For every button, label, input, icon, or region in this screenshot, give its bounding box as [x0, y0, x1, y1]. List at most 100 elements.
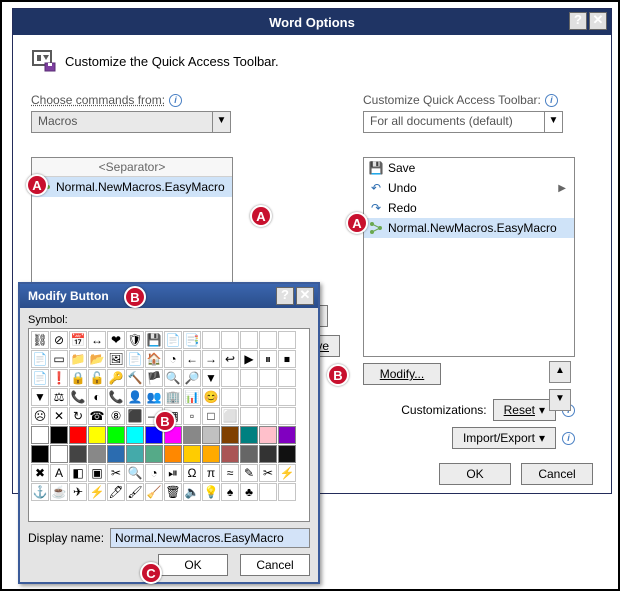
symbol-cell[interactable] — [259, 331, 277, 349]
symbol-color-cell[interactable] — [221, 445, 239, 463]
symbol-cell[interactable]: 🧹 — [145, 483, 163, 501]
symbol-cell[interactable]: ▫ — [183, 407, 201, 425]
symbol-cell[interactable]: 🔑 — [107, 369, 125, 387]
symbol-cell[interactable]: 📁 — [69, 350, 87, 368]
info-icon[interactable]: i — [562, 432, 575, 445]
info-icon[interactable]: i — [545, 94, 558, 107]
symbol-color-cell[interactable] — [240, 426, 258, 444]
dialog-ok-button[interactable]: OK — [158, 554, 228, 576]
symbol-cell[interactable]: 🔨 — [126, 369, 144, 387]
symbol-cell[interactable]: ✕ — [50, 407, 68, 425]
symbol-cell[interactable]: ⬜ — [221, 407, 239, 425]
symbol-cell[interactable]: → — [202, 350, 220, 368]
symbol-cell[interactable]: ☹ — [31, 407, 49, 425]
scope-dropdown[interactable]: For all documents (default) ▼ — [363, 111, 563, 133]
symbol-color-cell[interactable] — [202, 445, 220, 463]
import-export-button[interactable]: Import/Export ▾ — [452, 427, 556, 449]
symbol-cell[interactable]: Ω — [183, 464, 201, 482]
symbol-cell[interactable]: ⛓ — [31, 331, 49, 349]
symbol-cell[interactable]: 🖼 — [107, 350, 125, 368]
symbol-cell[interactable] — [278, 388, 296, 406]
symbol-color-cell[interactable] — [107, 426, 125, 444]
symbol-cell[interactable]: 😊 — [202, 388, 220, 406]
symbol-cell[interactable]: 📄 — [164, 331, 182, 349]
symbol-cell[interactable]: ⏯ — [164, 464, 182, 482]
symbol-cell[interactable]: ✖ — [31, 464, 49, 482]
symbol-cell[interactable] — [259, 388, 277, 406]
move-up-button[interactable]: ▲ — [549, 361, 571, 383]
symbol-color-cell[interactable] — [69, 426, 87, 444]
symbol-cell[interactable]: ▼ — [31, 388, 49, 406]
modify-button[interactable]: Modify... — [363, 363, 441, 385]
help-button[interactable]: ? — [276, 287, 294, 305]
symbol-cell[interactable]: ✎ — [240, 464, 258, 482]
symbol-cell[interactable]: 📞 — [107, 388, 125, 406]
symbol-cell[interactable]: 📄 — [126, 350, 144, 368]
symbol-cell[interactable]: ← — [183, 350, 201, 368]
symbol-cell[interactable] — [259, 483, 277, 501]
separator-item[interactable]: <Separator> — [32, 158, 232, 177]
reset-button[interactable]: Reset ▾ — [493, 399, 556, 421]
symbol-cell[interactable]: 📞 — [69, 388, 87, 406]
symbol-cell[interactable]: 🔈 — [183, 483, 201, 501]
symbol-cell[interactable]: ✈ — [69, 483, 87, 501]
symbol-cell[interactable]: π — [202, 464, 220, 482]
symbol-color-cell[interactable] — [126, 445, 144, 463]
symbol-cell[interactable] — [278, 331, 296, 349]
symbol-color-cell[interactable] — [240, 445, 258, 463]
symbol-cell[interactable]: ▣ — [88, 464, 106, 482]
symbol-cell[interactable] — [202, 331, 220, 349]
symbol-cell[interactable]: 💾 — [145, 331, 163, 349]
symbol-cell[interactable]: □ — [202, 407, 220, 425]
info-icon[interactable]: i — [169, 94, 182, 107]
close-button[interactable]: ✕ — [589, 12, 607, 30]
symbol-cell[interactable]: ⊘ — [50, 331, 68, 349]
symbol-cell[interactable]: 📄 — [31, 369, 49, 387]
choose-dropdown[interactable]: Macros ▼ — [31, 111, 231, 133]
symbol-cell[interactable] — [278, 369, 296, 387]
symbol-color-cell[interactable] — [107, 445, 125, 463]
symbol-cell[interactable]: 🔎 — [183, 369, 201, 387]
qat-item-save[interactable]: 💾 Save — [364, 158, 574, 178]
symbol-cell[interactable] — [278, 407, 296, 425]
symbol-cell[interactable]: ❤ — [107, 331, 125, 349]
symbol-color-cell[interactable] — [259, 426, 277, 444]
symbol-color-cell[interactable] — [278, 445, 296, 463]
symbol-cell[interactable] — [240, 388, 258, 406]
cancel-button[interactable]: Cancel — [521, 463, 593, 485]
symbol-cell[interactable]: 🔍 — [126, 464, 144, 482]
symbol-cell[interactable]: 🏠 — [145, 350, 163, 368]
symbol-cell[interactable]: ▭ — [50, 350, 68, 368]
symbol-cell[interactable]: ☎ — [88, 407, 106, 425]
symbol-cell[interactable]: ☕ — [50, 483, 68, 501]
symbol-cell[interactable]: ⬛ — [126, 407, 144, 425]
symbol-color-cell[interactable] — [145, 445, 163, 463]
symbol-color-cell[interactable] — [88, 445, 106, 463]
symbol-cell[interactable]: ▶ — [240, 350, 258, 368]
symbol-cell[interactable]: ⚓ — [31, 483, 49, 501]
symbol-cell[interactable]: 🗑 — [164, 483, 182, 501]
qat-list[interactable]: 💾 Save ↶ Undo ▶ ↷ Redo — [363, 157, 575, 357]
symbol-cell[interactable] — [221, 388, 239, 406]
symbol-cell[interactable]: 📂 — [88, 350, 106, 368]
symbol-cell[interactable]: ◐ — [88, 388, 106, 406]
qat-item-redo[interactable]: ↷ Redo — [364, 198, 574, 218]
symbol-cell[interactable]: ⚡ — [278, 464, 296, 482]
symbol-cell[interactable]: ◧ — [69, 464, 87, 482]
symbol-cell[interactable]: 👥 — [145, 388, 163, 406]
symbol-cell[interactable]: ◔ — [145, 464, 163, 482]
qat-item-undo[interactable]: ↶ Undo ▶ — [364, 178, 574, 198]
symbol-cell[interactable] — [240, 407, 258, 425]
symbol-cell[interactable]: 👤 — [126, 388, 144, 406]
symbol-color-cell[interactable] — [69, 445, 87, 463]
symbol-cell[interactable]: ⏹ — [278, 350, 296, 368]
symbol-cell[interactable] — [221, 331, 239, 349]
dialog-cancel-button[interactable]: Cancel — [240, 554, 310, 576]
symbol-cell[interactable]: ❗ — [50, 369, 68, 387]
symbol-cell[interactable]: ⚡ — [88, 483, 106, 501]
symbol-cell[interactable]: 📊 — [183, 388, 201, 406]
symbol-cell[interactable]: 📄 — [31, 350, 49, 368]
symbol-cell[interactable]: ⏸ — [259, 350, 277, 368]
symbol-color-cell[interactable] — [278, 426, 296, 444]
symbol-cell[interactable]: ♣ — [240, 483, 258, 501]
